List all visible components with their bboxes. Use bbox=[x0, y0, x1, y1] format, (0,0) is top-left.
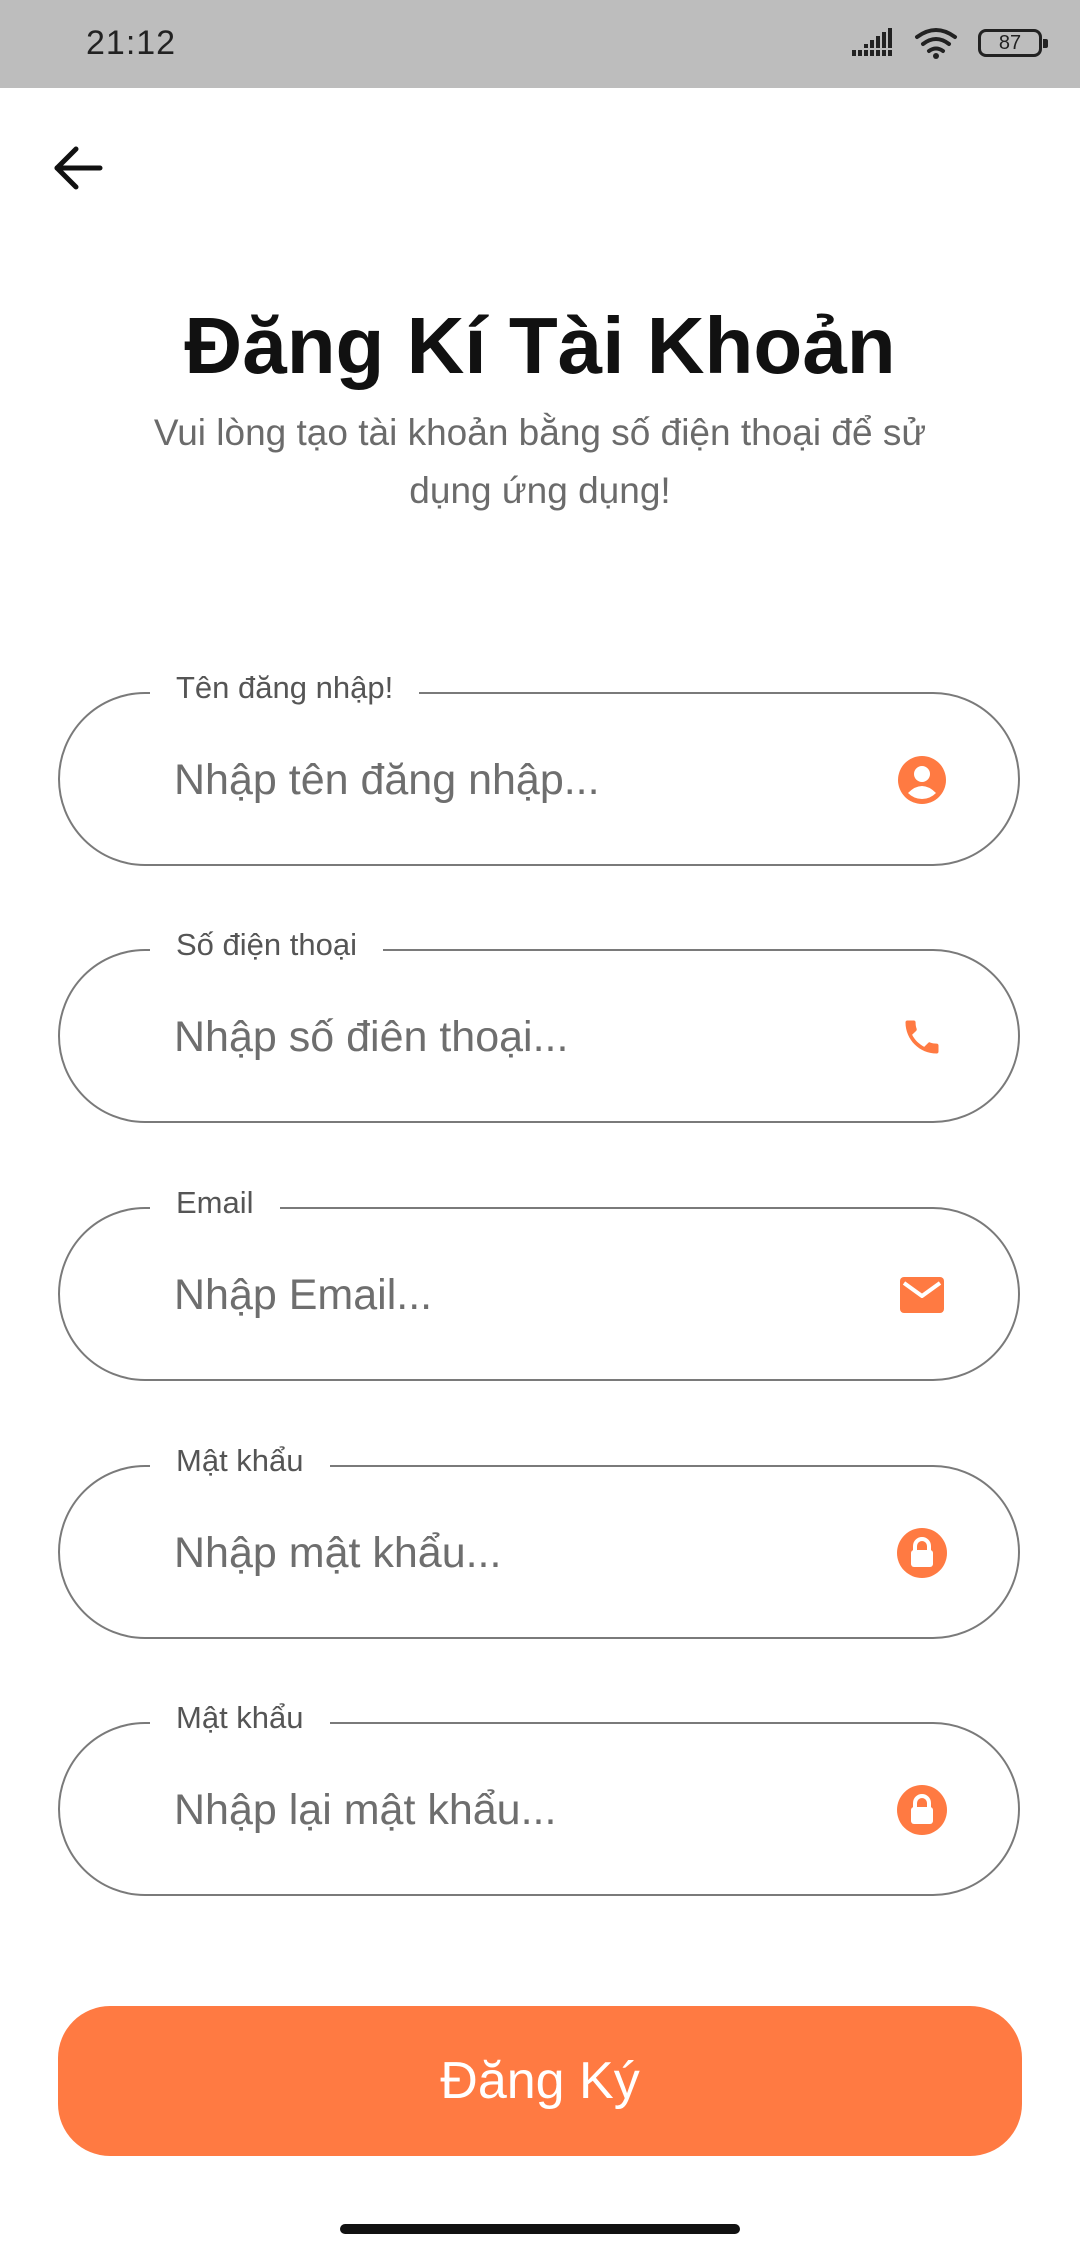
status-icons: 87 bbox=[852, 26, 1048, 60]
battery-level: 87 bbox=[998, 31, 1022, 54]
lock-icon bbox=[894, 1782, 950, 1838]
home-indicator[interactable] bbox=[340, 2224, 740, 2234]
account-circle-icon bbox=[894, 752, 950, 808]
password-input[interactable] bbox=[174, 1513, 874, 1593]
email-icon bbox=[894, 1267, 950, 1323]
signal-icon bbox=[852, 28, 892, 56]
password-label: Mật khẩu bbox=[150, 1443, 330, 1479]
email-field[interactable]: Email bbox=[58, 1185, 1020, 1381]
phone-label: Số điện thoại bbox=[150, 927, 383, 963]
back-button[interactable] bbox=[46, 136, 110, 200]
username-label: Tên đăng nhập! bbox=[150, 670, 420, 706]
page-title: Đăng Kí Tài Khoản bbox=[184, 301, 896, 390]
status-time: 21:12 bbox=[86, 24, 177, 62]
arrow-left-icon bbox=[54, 146, 103, 190]
email-input[interactable] bbox=[174, 1255, 874, 1335]
password-field[interactable]: Mật khẩu bbox=[58, 1443, 1020, 1639]
status-bar: 21:12 87 bbox=[0, 0, 1080, 88]
wifi-icon bbox=[915, 28, 957, 59]
username-field[interactable]: Tên đăng nhập! bbox=[58, 670, 1020, 866]
lock-icon bbox=[894, 1525, 950, 1581]
phone-input[interactable] bbox=[174, 997, 874, 1077]
username-input[interactable] bbox=[174, 740, 874, 820]
email-label: Email bbox=[150, 1185, 280, 1221]
phone-icon bbox=[894, 1009, 950, 1065]
register-button[interactable]: Đăng Ký bbox=[58, 2006, 1022, 2156]
battery-indicator: 87 bbox=[978, 29, 1048, 57]
phone-field[interactable]: Số điện thoại bbox=[58, 927, 1020, 1123]
page-subtitle: Vui lòng tạo tài khoản bằng số điện thoạ… bbox=[153, 412, 927, 511]
confirm-password-input[interactable] bbox=[174, 1770, 874, 1850]
confirm-password-field[interactable]: Mật khẩu bbox=[58, 1700, 1020, 1896]
confirm-password-label: Mật khẩu bbox=[150, 1700, 330, 1736]
